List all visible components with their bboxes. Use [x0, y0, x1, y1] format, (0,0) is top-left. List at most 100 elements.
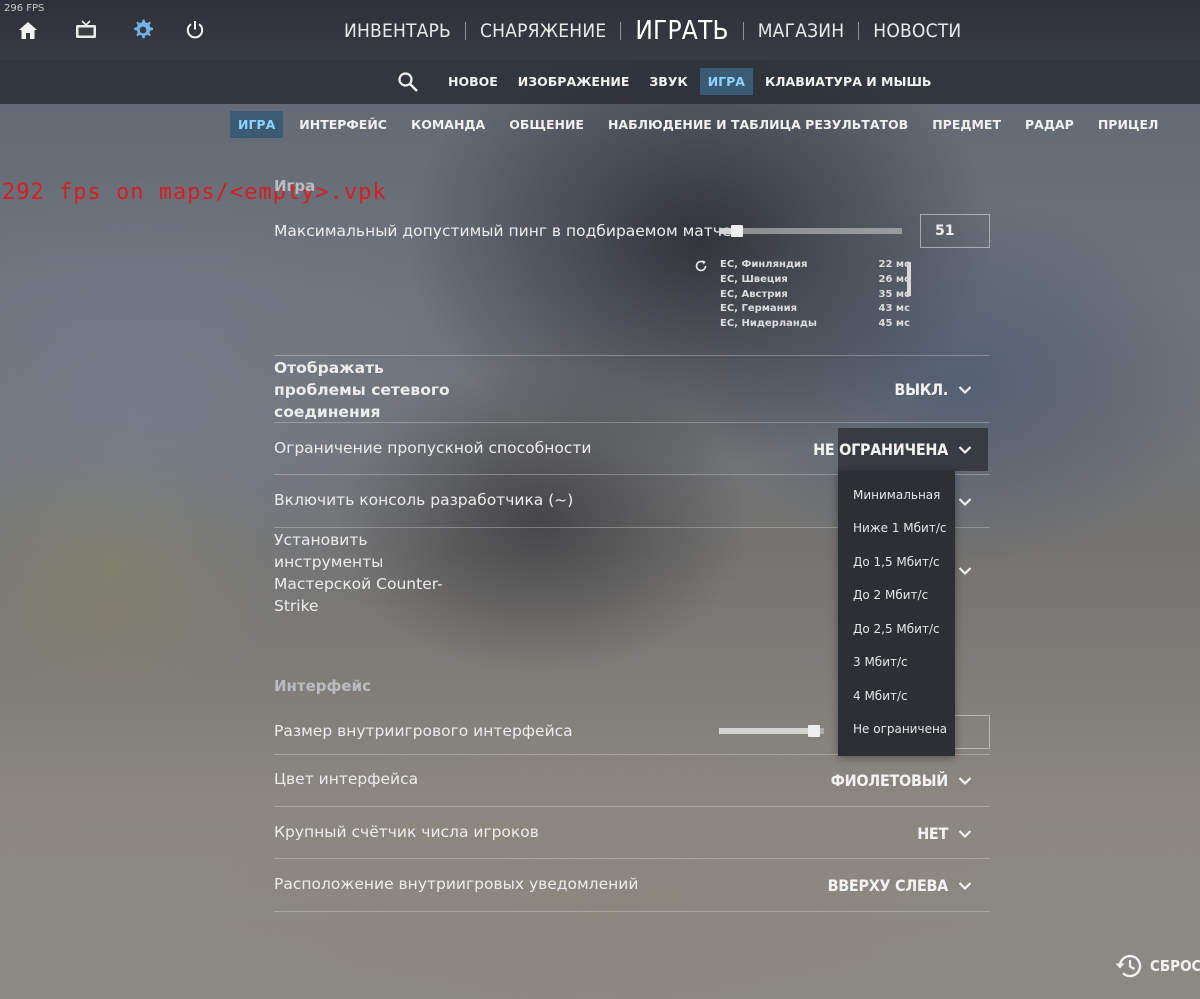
reset-label: СБРОС — [1150, 957, 1200, 975]
tab-audio[interactable]: ЗВУК — [641, 68, 695, 95]
home-icon[interactable] — [17, 19, 39, 41]
dropdown-option[interactable]: 3 Мбит/с — [853, 655, 908, 669]
tab-keyboard-mouse[interactable]: КЛАВИАТУРА И МЫШЬ — [757, 68, 939, 95]
label-line: Мастерской Counter- — [274, 575, 443, 593]
tab-new[interactable]: НОВОЕ — [440, 68, 506, 95]
setting-label: Цвет интерфейса — [274, 770, 419, 788]
hud-color-value[interactable]: ФИОЛЕТОВЫЙ — [831, 771, 949, 790]
chevron-down-icon[interactable] — [958, 881, 972, 891]
nav-store[interactable]: МАГАЗИН — [744, 20, 859, 42]
label-line: Отображать — [274, 359, 384, 377]
reset-button[interactable]: СБРОС — [1114, 953, 1200, 979]
subtab-item[interactable]: ПРЕДМЕТ — [924, 111, 1009, 138]
bandwidth-value[interactable]: НЕ ОГРАНИЧЕНА — [813, 440, 948, 459]
setting-label: Ограничение пропускной способности — [274, 439, 592, 457]
main-nav: ИНВЕНТАРЬ СНАРЯЖЕНИЕ ИГРАТЬ МАГАЗИН НОВО… — [330, 10, 975, 52]
settings-tabs: НОВОЕ ИЗОБРАЖЕНИЕ ЗВУК ИГРА КЛАВИАТУРА И… — [440, 68, 943, 95]
chevron-down-icon[interactable] — [958, 776, 972, 786]
chevron-down-icon[interactable] — [958, 497, 972, 507]
dropdown-option[interactable]: 4 Мбит/с — [853, 689, 908, 703]
slider-thumb[interactable] — [808, 725, 820, 737]
subtab-crosshair[interactable]: ПРИЦЕЛ — [1090, 111, 1167, 138]
hud-size-slider[interactable] — [719, 725, 824, 737]
dropdown-option[interactable]: Не ограничена — [853, 722, 947, 736]
server-ping-item: ЕС, Германия 43 мс — [720, 302, 910, 317]
nav-news[interactable]: НОВОСТИ — [859, 20, 975, 42]
tab-game[interactable]: ИГРА — [699, 68, 753, 95]
nav-loadout[interactable]: СНАРЯЖЕНИЕ — [466, 20, 620, 42]
dropdown-option[interactable]: Ниже 1 Мбит/с — [853, 521, 946, 535]
ping-list-scrollbar[interactable] — [907, 262, 911, 296]
max-ping-value[interactable]: 51 — [920, 214, 990, 248]
subtab-game[interactable]: ИГРА — [230, 111, 284, 138]
setting-label: Размер внутриигрового интерфейса — [274, 722, 573, 740]
history-icon — [1115, 954, 1142, 978]
gear-icon[interactable] — [132, 19, 154, 41]
setting-label: Установить инструменты Мастерской Counte… — [274, 529, 443, 617]
tab-video[interactable]: ИЗОБРАЖЕНИЕ — [510, 68, 638, 95]
settings-tab-bar: НОВОЕ ИЗОБРАЖЕНИЕ ЗВУК ИГРА КЛАВИАТУРА И… — [0, 60, 1200, 104]
section-title-game: Игра — [274, 177, 316, 195]
subtab-spectating-scoreboard[interactable]: НАБЛЮДЕНИЕ И ТАБЛИЦА РЕЗУЛЬТАТОВ — [600, 111, 916, 138]
dropdown-option[interactable]: До 2 Мбит/с — [853, 588, 928, 602]
setting-bandwidth: Ограничение пропускной способности НЕ ОГ… — [274, 423, 990, 475]
server-region: ЕС, Нидерланды — [720, 318, 817, 330]
label-line: Установить — [274, 531, 368, 549]
server-region: ЕС, Швеция — [720, 273, 788, 285]
nav-inventory[interactable]: ИНВЕНТАРЬ — [330, 20, 465, 42]
server-ping-item: ЕС, Нидерланды 45 мс — [720, 317, 910, 332]
subtab-interface[interactable]: ИНТЕРФЕЙС — [291, 111, 395, 138]
server-ping: 26 мс — [878, 273, 911, 285]
net-problems-value[interactable]: ВЫКЛ. — [894, 380, 948, 399]
section-title-interface: Интерфейс — [274, 677, 371, 695]
setting-notif-position[interactable]: Расположение внутриигровых уведомлений В… — [274, 859, 990, 911]
label-line: соединения — [274, 403, 381, 421]
server-ping-item: ЕС, Австрия 35 мс — [720, 288, 910, 303]
subtab-communication[interactable]: ОБЩЕНИЕ — [501, 111, 592, 138]
power-icon[interactable] — [184, 19, 206, 41]
label-line: проблемы сетевого — [274, 381, 450, 399]
bandwidth-dropdown-menu: Минимальная Ниже 1 Мбит/с До 1,5 Мбит/с … — [838, 471, 955, 756]
refresh-icon[interactable] — [694, 258, 708, 272]
server-ping-item: ЕС, Финляндия 22 мс — [720, 258, 910, 273]
label-line: инструменты — [274, 553, 384, 571]
setting-label: Максимальный допустимый пинг в подбираем… — [274, 222, 732, 240]
divider — [274, 911, 990, 912]
slider-fill — [719, 728, 814, 734]
server-ping: 35 мс — [878, 288, 911, 300]
setting-label: Отображать проблемы сетевого соединения — [274, 357, 450, 423]
big-player-count-value[interactable]: НЕТ — [917, 824, 948, 843]
chevron-down-icon[interactable] — [958, 566, 972, 576]
dropdown-option[interactable]: До 1,5 Мбит/с — [853, 555, 940, 569]
subtab-team[interactable]: КОМАНДА — [403, 111, 493, 138]
max-ping-slider[interactable] — [719, 225, 902, 237]
chevron-down-icon[interactable] — [958, 829, 972, 839]
setting-label: Включить консоль разработчика (~) — [274, 491, 574, 509]
notif-position-value[interactable]: ВВЕРХУ СЛЕВА — [828, 876, 949, 895]
chevron-down-icon[interactable] — [958, 445, 972, 455]
server-ping: 43 мс — [878, 303, 911, 315]
search-icon[interactable] — [397, 71, 419, 93]
setting-label: Расположение внутриигровых уведомлений — [274, 875, 639, 893]
setting-net-problems[interactable]: Отображать проблемы сетевого соединения … — [274, 356, 990, 422]
top-bar: 296 FPS ИНВЕНТАРЬ СНАРЯЖЕНИЕ ИГРАТЬ МАГА… — [0, 0, 1200, 60]
dropdown-option[interactable]: До 2,5 Мбит/с — [853, 622, 940, 636]
server-ping-list: ЕС, Финляндия 22 мс ЕС, Швеция 26 мс ЕС, Авс… — [720, 258, 910, 332]
server-region: ЕС, Финляндия — [720, 259, 808, 270]
slider-thumb[interactable] — [731, 225, 743, 237]
setting-hud-color[interactable]: Цвет интерфейса ФИОЛЕТОВЫЙ — [274, 755, 990, 807]
server-region: ЕС, Австрия — [720, 288, 788, 300]
setting-big-player-count[interactable]: Крупный счётчик числа игроков НЕТ — [274, 807, 990, 859]
fps-counter: 296 FPS — [4, 3, 45, 14]
dropdown-option[interactable]: Минимальная — [853, 488, 940, 502]
server-ping: 22 мс — [878, 259, 911, 270]
subtab-radar[interactable]: РАДАР — [1017, 111, 1082, 138]
tv-icon[interactable] — [75, 19, 97, 41]
server-region: ЕС, Германия — [720, 303, 798, 315]
chevron-down-icon[interactable] — [958, 385, 972, 395]
nav-play[interactable]: ИГРАТЬ — [621, 16, 742, 46]
label-line: Strike — [274, 597, 319, 615]
setting-max-ping: Максимальный допустимый пинг в подбираем… — [274, 214, 990, 250]
server-ping: 45 мс — [878, 318, 911, 330]
bottom-bar — [0, 920, 1200, 999]
